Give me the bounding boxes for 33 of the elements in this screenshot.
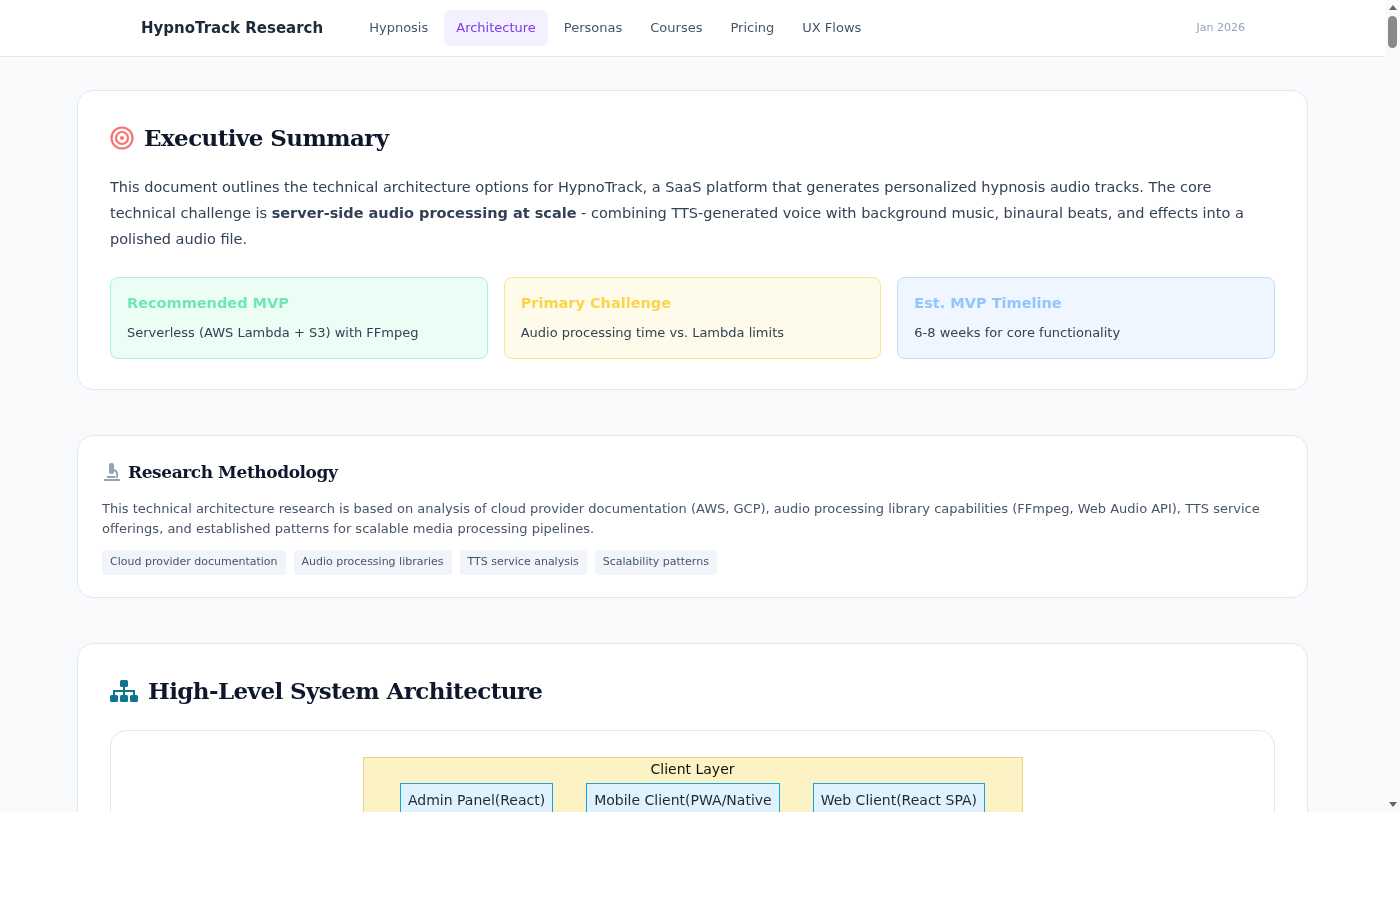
methodology-paragraph: This technical architecture research is based on analysis of cloud provider documentation (AWS, GCP), audio processing library capabilities (FFmpeg, Web Audio API), TTS service offerings, and established patterns for scalable media processing pipelines. [102,500,1261,538]
nav-link[interactable]: Pricing [718,10,787,46]
scroll-up-icon[interactable] [1388,4,1397,10]
microscope-icon [102,462,122,483]
diagram-node: Web Client(React SPA) [812,783,985,812]
card-title: Est. MVP Timeline [914,293,1063,313]
card-text: Serverless (AWS Lambda + S3) with FFmpeg [127,323,420,342]
tag: TTS service analysis [459,550,587,575]
tag: Scalability patterns [594,550,717,575]
nav-link[interactable]: Courses [638,10,715,46]
scroll-thumb[interactable] [1388,16,1397,48]
target-icon [110,126,134,151]
card-text: 6-8 weeks for core functionality [914,323,1122,342]
date-label: Jan 2026 [1196,19,1245,36]
layer-label: Client Layer [650,760,735,779]
nav-link[interactable]: Architecture [444,10,548,46]
nav-link[interactable]: Personas [551,10,635,46]
section-title: Research Methodology [128,460,338,484]
card-title: Primary Challenge [520,293,672,313]
tag: Cloud provider documentation [102,550,286,575]
brand-name: HypnoTrack Research [141,17,324,39]
card-title: Recommended MVP [127,293,290,313]
section-title: High-Level System Architecture [148,675,543,706]
card-text: Audio processing time vs. Lambda limits [520,323,785,342]
nav-link[interactable]: UX Flows [790,10,874,46]
diagram-node: Admin Panel(React) [399,783,554,812]
diagram-node: Mobile Client(PWA/Native [586,783,780,812]
tag: Audio processing libraries [293,550,452,575]
scroll-down-icon[interactable] [1388,802,1397,808]
nav-link[interactable]: Hypnosis [357,10,441,46]
summary-paragraph: This document outlines the technical architecture options for HypnoTrack, a SaaS platform that generates personalized hypnosis audio tracks. The core technical challenge is server-side audio processing at scale - combining TTS-generated voice with background music, binaural beats, and effects into a polished audio file. [110,177,1245,249]
section-title: Executive Summary [144,123,389,153]
hierarchy-icon [110,678,138,703]
